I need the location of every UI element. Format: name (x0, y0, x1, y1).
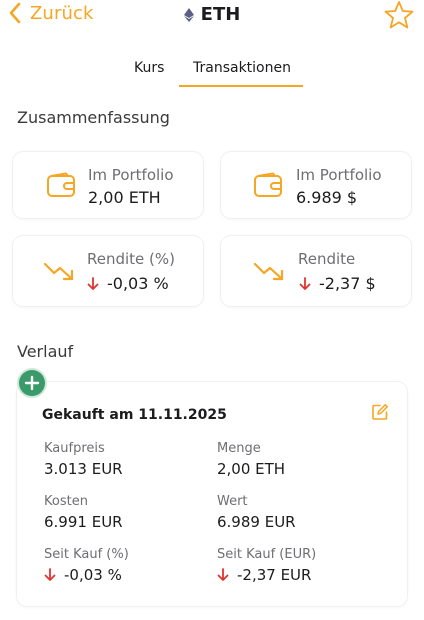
arrow-down-icon (299, 276, 311, 290)
field-label-since-purchase-percent: Seit Kauf (%) (44, 547, 129, 562)
star-icon[interactable] (384, 0, 414, 30)
summary-card-value: 6.989 $ (296, 188, 358, 207)
plus-icon (24, 375, 40, 391)
field-value-row-since-purchase-eur: -2,37 EUR (217, 566, 311, 584)
field-value-kaufpreis: 3.013 EUR (44, 460, 123, 478)
transaction-title: Gekauft am 11.11.2025 (42, 407, 227, 423)
summary-card-value: -0,03 % (107, 274, 169, 293)
field-value-menge: 2,00 ETH (217, 460, 286, 478)
summary-card-label: Im Portfolio (296, 166, 382, 184)
arrow-down-icon (44, 568, 56, 581)
field-value-row-since-purchase-percent: -0,03 % (44, 566, 122, 584)
tab-transaktionen[interactable]: Transaktionen (193, 60, 291, 76)
summary-card-value-usd: Im Portfolio 6.989 $ (221, 152, 411, 218)
segment-tabs: Kurs Transaktionen (0, 56, 424, 88)
summary-card-value-row: -2,37 $ (299, 274, 376, 293)
page-title-text: ETH (200, 4, 241, 25)
field-value-since-purchase-percent: -0,03 % (64, 566, 122, 584)
navigation-bar: Zurück ETH (0, 0, 424, 34)
summary-card-return-usd: Rendite -2,37 $ (221, 236, 411, 306)
summary-card-label: Rendite (%) (87, 250, 176, 268)
history-heading: Verlauf (17, 342, 74, 361)
summary-card-value: 2,00 ETH (88, 188, 161, 207)
page-title: ETH (0, 4, 424, 25)
wallet-icon (254, 172, 282, 197)
arrow-down-icon (87, 276, 99, 290)
trend-down-icon (253, 262, 284, 281)
summary-card-label: Rendite (298, 250, 356, 268)
active-tab-indicator (179, 85, 303, 87)
transaction-card[interactable]: Gekauft am 11.11.2025 Kaufpreis 3.013 EU… (17, 382, 407, 606)
field-value-wert: 6.989 EUR (217, 513, 296, 531)
field-label-since-purchase-eur: Seit Kauf (EUR) (217, 547, 317, 562)
trend-down-icon (43, 262, 74, 281)
edit-icon[interactable] (371, 403, 389, 421)
summary-card-holdings: Im Portfolio 2,00 ETH (13, 152, 203, 218)
field-label-kaufpreis: Kaufpreis (44, 441, 105, 456)
summary-heading: Zusammenfassung (17, 108, 170, 127)
summary-card-value: -2,37 $ (319, 274, 376, 293)
field-label-wert: Wert (217, 494, 248, 509)
field-value-since-purchase-eur: -2,37 EUR (237, 566, 312, 584)
field-label-menge: Menge (217, 441, 261, 456)
wallet-icon (47, 172, 75, 197)
tab-kurs[interactable]: Kurs (134, 60, 164, 76)
field-label-kosten: Kosten (44, 494, 88, 509)
add-transaction-button[interactable] (19, 370, 45, 396)
summary-card-return-percent: Rendite (%) -0,03 % (13, 236, 203, 306)
summary-card-label: Im Portfolio (88, 166, 174, 184)
arrow-down-icon (217, 568, 229, 581)
summary-card-value-row: -0,03 % (87, 274, 169, 293)
field-value-kosten: 6.991 EUR (44, 513, 123, 531)
ethereum-icon (183, 7, 194, 22)
